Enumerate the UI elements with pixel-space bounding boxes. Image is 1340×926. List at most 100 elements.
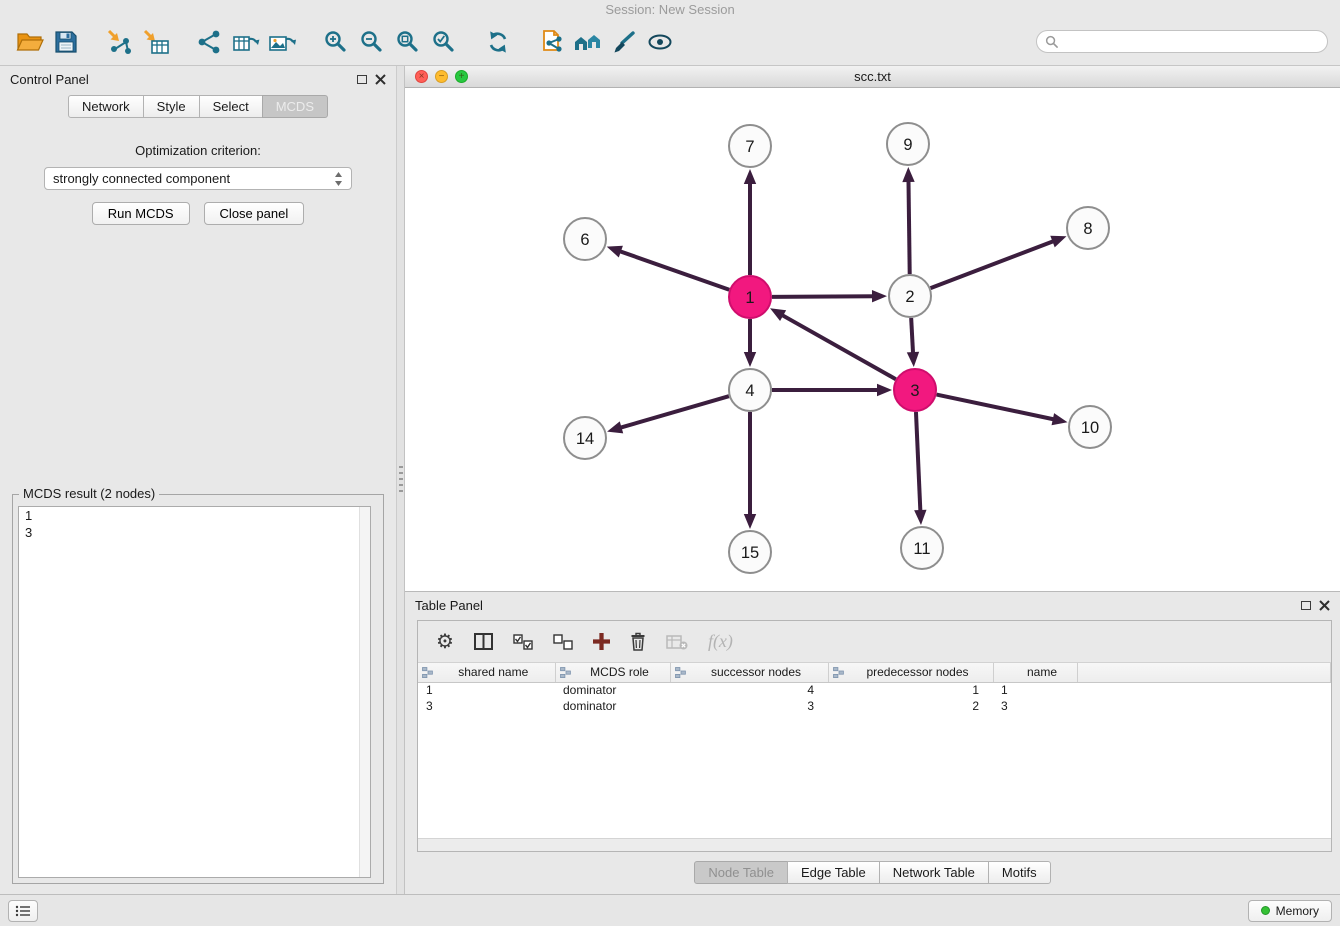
search-field[interactable] bbox=[1036, 30, 1328, 53]
columns-icon bbox=[474, 633, 493, 650]
window-close-icon[interactable] bbox=[415, 70, 428, 83]
table-row[interactable]: 3dominator323 bbox=[418, 698, 1331, 714]
table-settings-button[interactable]: ⚙ bbox=[436, 627, 454, 657]
graph-edge-arrowhead-icon bbox=[907, 352, 919, 367]
import-table-button[interactable] bbox=[138, 23, 174, 61]
result-scrollbar[interactable] bbox=[359, 507, 370, 877]
graph-node-label: 11 bbox=[913, 540, 930, 558]
apply-style-button[interactable] bbox=[606, 23, 642, 61]
graph-node-label: 15 bbox=[741, 544, 759, 562]
unselect-all-columns-button[interactable] bbox=[553, 627, 573, 657]
column-header-shared-name[interactable]: shared name bbox=[418, 663, 555, 682]
window-minimize-icon[interactable] bbox=[435, 70, 448, 83]
network-window-titlebar[interactable]: scc.txt bbox=[405, 66, 1340, 88]
network-canvas[interactable]: 1234678910111415 bbox=[405, 88, 1340, 591]
export-image-button[interactable] bbox=[264, 23, 300, 61]
graph-edge-3-11[interactable] bbox=[916, 412, 920, 513]
mcds-result-list[interactable]: 1 3 bbox=[18, 506, 371, 878]
zoom-in-button[interactable] bbox=[318, 23, 354, 61]
tab-mcds[interactable]: MCDS bbox=[262, 95, 328, 118]
tab-node-table[interactable]: Node Table bbox=[694, 861, 788, 884]
splitter-grip-icon bbox=[399, 466, 403, 492]
graph-edge-3-10[interactable] bbox=[937, 395, 1056, 420]
memory-button[interactable]: Memory bbox=[1248, 900, 1332, 922]
float-panel-icon[interactable] bbox=[357, 75, 367, 84]
function-icon: f(x) bbox=[708, 631, 733, 652]
tab-edge-table[interactable]: Edge Table bbox=[787, 861, 880, 884]
network-graph[interactable]: 1234678910111415 bbox=[405, 88, 1340, 591]
tab-style[interactable]: Style bbox=[143, 95, 200, 118]
float-panel-icon[interactable] bbox=[1301, 601, 1311, 610]
delete-table-button[interactable] bbox=[666, 627, 688, 657]
clone-network-button[interactable] bbox=[534, 23, 570, 61]
column-header-name[interactable]: name bbox=[993, 663, 1077, 682]
tab-network[interactable]: Network bbox=[68, 95, 144, 118]
close-panel-icon[interactable] bbox=[375, 74, 386, 85]
column-header-mcds-role[interactable]: MCDS role bbox=[555, 663, 670, 682]
home-icon bbox=[573, 30, 603, 54]
graph-edge-3-1[interactable] bbox=[780, 314, 895, 379]
column-sort-icon bbox=[422, 667, 433, 678]
close-panel-icon[interactable] bbox=[1319, 600, 1330, 611]
trash-icon bbox=[630, 632, 646, 651]
network-view-window: scc.txt 1234678910111415 bbox=[405, 66, 1340, 592]
column-header-filler bbox=[1077, 663, 1331, 682]
criterion-dropdown[interactable]: strongly connected component bbox=[44, 167, 352, 190]
select-all-columns-button[interactable] bbox=[513, 627, 533, 657]
open-folder-icon bbox=[16, 30, 44, 54]
graph-edge-2-8[interactable] bbox=[931, 240, 1056, 288]
open-session-button[interactable] bbox=[12, 23, 48, 61]
save-session-button[interactable] bbox=[48, 23, 84, 61]
zoom-fit-button[interactable] bbox=[390, 23, 426, 61]
graph-edge-arrowhead-icon bbox=[1050, 236, 1066, 248]
table-cell: 1 bbox=[828, 682, 993, 698]
graph-node-label: 3 bbox=[910, 382, 919, 400]
eye-icon bbox=[646, 31, 674, 53]
mcds-result-title: MCDS result (2 nodes) bbox=[19, 486, 159, 501]
zoom-out-button[interactable] bbox=[354, 23, 390, 61]
graph-edge-1-6[interactable] bbox=[618, 251, 729, 290]
save-floppy-icon bbox=[54, 30, 78, 54]
table-row[interactable]: 1dominator411 bbox=[418, 682, 1331, 698]
search-icon bbox=[1045, 35, 1058, 48]
column-header-successor-nodes[interactable]: successor nodes bbox=[670, 663, 828, 682]
chevron-up-down-icon bbox=[334, 171, 343, 187]
refresh-icon bbox=[486, 30, 510, 54]
table-horizontal-scrollbar[interactable] bbox=[418, 838, 1331, 851]
tab-motifs[interactable]: Motifs bbox=[988, 861, 1051, 884]
paintbrush-icon bbox=[611, 30, 637, 54]
unchecked-boxes-icon bbox=[553, 634, 573, 650]
tab-select[interactable]: Select bbox=[199, 95, 263, 118]
graph-edge-arrowhead-icon bbox=[914, 510, 926, 525]
main-toolbar bbox=[0, 18, 1340, 66]
refresh-view-button[interactable] bbox=[480, 23, 516, 61]
network-overview-button[interactable] bbox=[570, 23, 606, 61]
zoom-selected-icon bbox=[432, 30, 456, 54]
export-table-button[interactable] bbox=[228, 23, 264, 61]
new-network-button[interactable] bbox=[192, 23, 228, 61]
zoom-selected-button[interactable] bbox=[426, 23, 462, 61]
delete-row-button[interactable] bbox=[630, 627, 646, 657]
graph-edge-2-3[interactable] bbox=[911, 318, 913, 355]
graph-node-label: 10 bbox=[1081, 419, 1099, 437]
graph-node-label: 14 bbox=[576, 430, 594, 448]
import-network-button[interactable] bbox=[102, 23, 138, 61]
close-panel-button[interactable]: Close panel bbox=[204, 202, 305, 225]
panel-splitter[interactable] bbox=[396, 66, 405, 894]
graph-node-label: 7 bbox=[745, 138, 754, 156]
search-input[interactable] bbox=[1063, 35, 1319, 49]
graph-edge-1-2[interactable] bbox=[772, 296, 875, 297]
column-sort-icon bbox=[560, 667, 571, 678]
apply-function-button[interactable]: f(x) bbox=[708, 627, 733, 657]
tab-network-table[interactable]: Network Table bbox=[879, 861, 989, 884]
column-header-predecessor-nodes[interactable]: predecessor nodes bbox=[828, 663, 993, 682]
graph-edge-2-9[interactable] bbox=[908, 179, 909, 274]
zoom-fit-icon bbox=[396, 30, 420, 54]
graph-edge-4-14[interactable] bbox=[619, 396, 729, 428]
window-zoom-icon[interactable] bbox=[455, 70, 468, 83]
add-row-button[interactable] bbox=[593, 627, 610, 657]
show-hide-details-button[interactable] bbox=[642, 23, 678, 61]
run-mcds-button[interactable]: Run MCDS bbox=[92, 202, 190, 225]
task-history-button[interactable] bbox=[8, 900, 38, 922]
show-columns-button[interactable] bbox=[474, 627, 493, 657]
